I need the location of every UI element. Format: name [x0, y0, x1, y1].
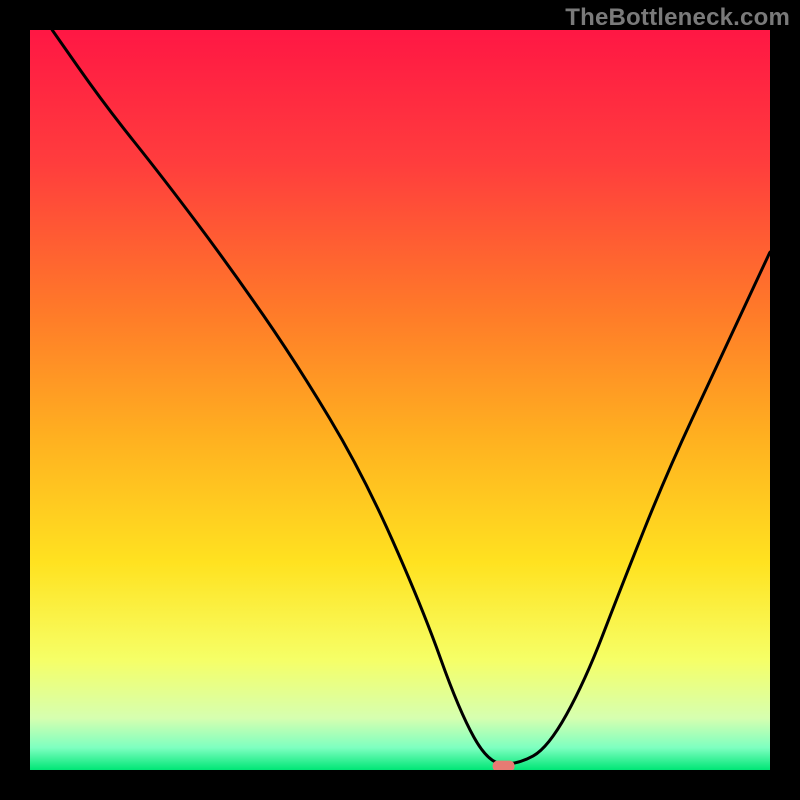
optimal-marker	[493, 761, 515, 770]
chart-svg	[30, 30, 770, 770]
watermark: TheBottleneck.com	[565, 4, 790, 32]
gradient-background	[30, 30, 770, 770]
plot-area	[30, 30, 770, 770]
chart-frame: TheBottleneck.com	[0, 0, 800, 800]
